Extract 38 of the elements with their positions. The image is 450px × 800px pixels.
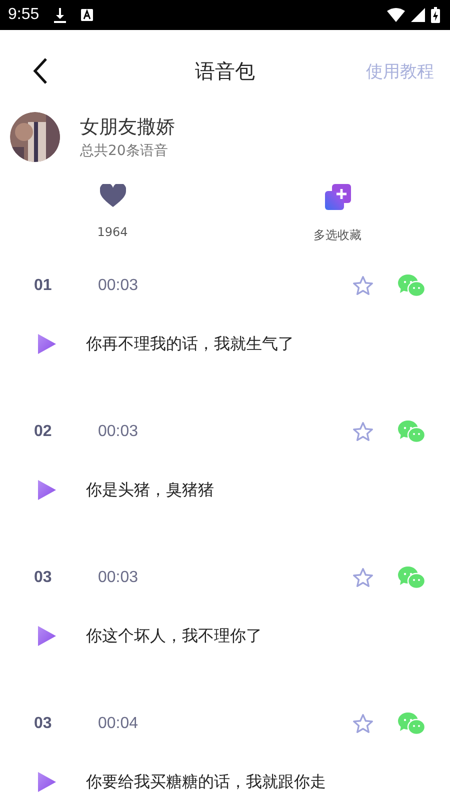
clip-number: 03 bbox=[34, 715, 53, 733]
multi-select-button[interactable]: 多选收藏 bbox=[265, 184, 410, 244]
heart-icon bbox=[100, 184, 126, 208]
signal-icon bbox=[411, 8, 425, 22]
share-chat-button[interactable] bbox=[398, 420, 426, 444]
battery-icon bbox=[431, 7, 440, 23]
favorite-star-button[interactable] bbox=[352, 421, 374, 443]
play-button[interactable] bbox=[38, 334, 56, 354]
pack-count: 总共20条语音 bbox=[80, 142, 169, 160]
share-chat-button[interactable] bbox=[398, 566, 426, 590]
clip-text: 你要给我买糖糖的话，我就跟你走 bbox=[86, 772, 326, 792]
download-icon bbox=[53, 7, 68, 23]
page-title: 语音包 bbox=[194, 58, 256, 84]
pack-name: 女朋友撒娇 bbox=[80, 115, 175, 140]
wifi-icon bbox=[387, 8, 405, 22]
share-chat-button[interactable] bbox=[398, 274, 426, 298]
play-button[interactable] bbox=[38, 626, 56, 646]
play-button[interactable] bbox=[38, 772, 56, 792]
favorite-star-button[interactable] bbox=[352, 567, 374, 589]
clip-duration: 00:03 bbox=[98, 423, 138, 441]
clip-number: 03 bbox=[34, 569, 53, 587]
clip-number: 01 bbox=[34, 277, 53, 295]
add-squares-icon bbox=[324, 184, 350, 210]
clip-duration: 00:03 bbox=[98, 569, 138, 587]
keyboard-icon bbox=[81, 9, 94, 21]
back-button[interactable] bbox=[32, 57, 48, 85]
clip-text: 你是头猪，臭猪猪 bbox=[86, 480, 214, 500]
favorite-star-button[interactable] bbox=[352, 713, 374, 735]
clip-number: 02 bbox=[34, 423, 53, 441]
clip-duration: 00:04 bbox=[98, 715, 138, 733]
clip-duration: 00:03 bbox=[98, 277, 138, 295]
share-chat-button[interactable] bbox=[398, 712, 426, 736]
status-time: 9:55 bbox=[8, 6, 40, 24]
play-button[interactable] bbox=[38, 480, 56, 500]
favorite-star-button[interactable] bbox=[352, 275, 374, 297]
clip-text: 你再不理我的话，我就生气了 bbox=[86, 334, 294, 354]
clip-text: 你这个坏人，我不理你了 bbox=[86, 626, 262, 646]
like-button[interactable]: 1964 bbox=[40, 184, 185, 244]
